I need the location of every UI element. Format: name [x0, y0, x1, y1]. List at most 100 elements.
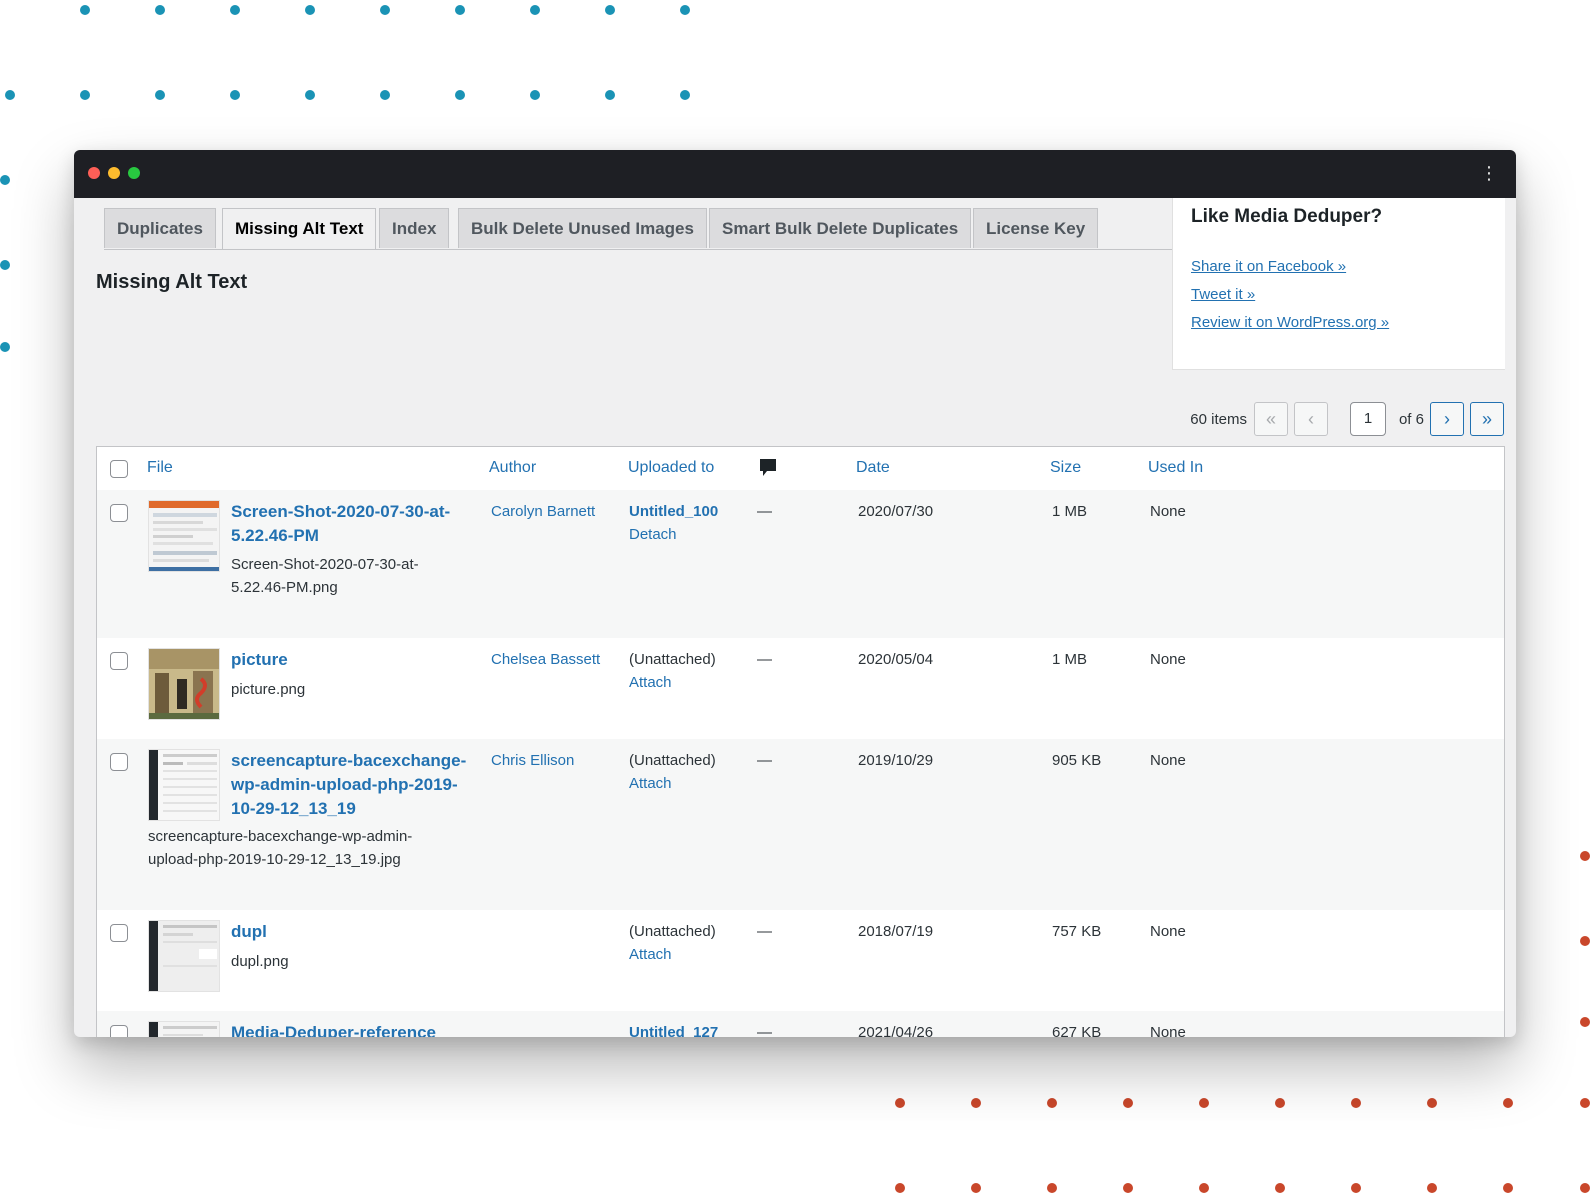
- tab-duplicates[interactable]: Duplicates: [104, 208, 216, 248]
- first-page-button[interactable]: «: [1254, 402, 1288, 436]
- decorative-dot: [230, 90, 240, 100]
- column-file[interactable]: File: [147, 459, 173, 477]
- tab-license-key[interactable]: License Key: [973, 208, 1099, 248]
- decorative-dot: [380, 90, 390, 100]
- tab-missing-alt-text[interactable]: Missing Alt Text: [222, 208, 377, 250]
- column-used-in[interactable]: Used In: [1148, 459, 1203, 477]
- tab-smart-bulk-delete-duplicates[interactable]: Smart Bulk Delete Duplicates: [709, 208, 972, 248]
- decorative-dot: [1580, 936, 1590, 946]
- share-facebook-link[interactable]: Share it on Facebook »: [1191, 258, 1346, 275]
- column-size[interactable]: Size: [1050, 459, 1081, 477]
- page-title: Missing Alt Text: [96, 271, 248, 293]
- file-name: picture.png: [231, 681, 306, 698]
- minimize-window-button[interactable]: [108, 167, 120, 179]
- pagination: 60 items « ‹ 1 of 6 › »: [1104, 402, 1504, 438]
- last-page-button[interactable]: »: [1470, 402, 1504, 436]
- table-row: screencapture-bacexchange-wp-admin-uploa…: [97, 739, 1504, 910]
- promo-title: Like Media Deduper?: [1191, 206, 1383, 227]
- row-checkbox[interactable]: [110, 753, 128, 771]
- author-link[interactable]: Chelsea Bassett: [491, 648, 600, 671]
- decorative-dot: [605, 90, 615, 100]
- decorative-dot: [1199, 1098, 1209, 1108]
- image-thumbnail[interactable]: [148, 500, 220, 572]
- used-in: None: [1150, 1024, 1186, 1037]
- image-thumbnail[interactable]: [148, 648, 220, 720]
- current-page-input[interactable]: 1: [1350, 402, 1386, 436]
- tab-bulk-delete-unused-images[interactable]: Bulk Delete Unused Images: [458, 208, 707, 248]
- uploaded-to-link[interactable]: Untitled_100: [629, 500, 718, 523]
- upload-date: 2020/07/30: [858, 503, 934, 520]
- window-titlebar: ⋮: [74, 150, 1516, 198]
- decorative-dot: [1123, 1183, 1133, 1193]
- media-table: File Author Uploaded to Date Size Used I…: [96, 446, 1505, 1037]
- file-size: 757 KB: [1052, 923, 1102, 940]
- file-name: screencapture-bacexchange-wp-admin-uploa…: [148, 828, 413, 868]
- row-checkbox[interactable]: [110, 924, 128, 942]
- promo-box: Like Media Deduper? Share it on Facebook…: [1172, 198, 1505, 370]
- tab-index[interactable]: Index: [379, 208, 450, 248]
- comment-bubble-icon[interactable]: [759, 458, 777, 483]
- image-thumbnail[interactable]: [148, 920, 220, 992]
- decorative-dot: [230, 5, 240, 15]
- decorative-dot: [1275, 1183, 1285, 1193]
- previous-page-button[interactable]: ‹: [1294, 402, 1328, 436]
- attach-link[interactable]: Attach: [629, 772, 672, 795]
- more-options-icon[interactable]: ⋮: [1480, 164, 1498, 184]
- tweet-link[interactable]: Tweet it »: [1191, 286, 1255, 303]
- next-page-button[interactable]: ›: [1430, 402, 1464, 436]
- app-window: ⋮ Duplicates Missing Alt Text Index Bulk…: [74, 150, 1516, 1037]
- row-checkbox[interactable]: [110, 1025, 128, 1037]
- attach-link[interactable]: Attach: [629, 671, 672, 694]
- uploaded-to-status: (Unattached): [629, 752, 716, 769]
- used-in: None: [1150, 503, 1186, 520]
- file-title-link[interactable]: screencapture-bacexchange-wp-admin-uploa…: [231, 749, 476, 821]
- decorative-dot: [0, 260, 10, 270]
- column-author[interactable]: Author: [489, 459, 536, 477]
- used-in: None: [1150, 651, 1186, 668]
- decorative-dot: [455, 90, 465, 100]
- decorative-dot: [1580, 851, 1590, 861]
- author-link[interactable]: Carolyn Barnett: [491, 500, 595, 523]
- upload-date: 2020/05/04: [858, 651, 934, 668]
- detach-link[interactable]: Detach: [629, 523, 677, 546]
- decorative-dot: [971, 1183, 981, 1193]
- column-date[interactable]: Date: [856, 459, 890, 477]
- decorative-dot: [680, 90, 690, 100]
- upload-date: 2021/04/26: [858, 1024, 934, 1037]
- image-thumbnail[interactable]: [148, 1021, 220, 1037]
- decorative-dot: [1351, 1098, 1361, 1108]
- file-title-link[interactable]: picture: [231, 648, 476, 672]
- decorative-dot: [155, 5, 165, 15]
- table-row: picture picture.png Chelsea Bassett (Una…: [97, 638, 1504, 739]
- table-header: File Author Uploaded to Date Size Used I…: [97, 447, 1504, 491]
- decorative-dot: [1503, 1183, 1513, 1193]
- maximize-window-button[interactable]: [128, 167, 140, 179]
- decorative-dot: [80, 90, 90, 100]
- column-uploaded-to[interactable]: Uploaded to: [628, 459, 714, 477]
- review-wordpress-link[interactable]: Review it on WordPress.org »: [1191, 314, 1389, 331]
- file-size: 1 MB: [1052, 651, 1088, 668]
- decorative-dot: [1503, 1098, 1513, 1108]
- uploaded-to-link[interactable]: Untitled_127: [629, 1021, 718, 1037]
- select-all-checkbox[interactable]: [110, 460, 128, 478]
- image-thumbnail[interactable]: [148, 749, 220, 821]
- table-row: Screen-Shot-2020-07-30-at-5.22.46-PM Scr…: [97, 490, 1504, 638]
- decorative-dot: [1580, 1183, 1590, 1193]
- decorative-dot: [455, 5, 465, 15]
- attach-link[interactable]: Attach: [629, 943, 672, 966]
- row-checkbox[interactable]: [110, 652, 128, 670]
- table-row: Media-Deduper-reference Untitled_127 — 2…: [97, 1011, 1504, 1037]
- author-link[interactable]: Chris Ellison: [491, 749, 574, 772]
- table-row: dupl dupl.png (Unattached) Attach — 2018…: [97, 910, 1504, 1011]
- file-size: 1 MB: [1052, 503, 1088, 520]
- file-title-link[interactable]: Media-Deduper-reference: [231, 1021, 476, 1037]
- decorative-dot: [605, 5, 615, 15]
- close-window-button[interactable]: [88, 167, 100, 179]
- decorative-dot: [1427, 1098, 1437, 1108]
- row-checkbox[interactable]: [110, 504, 128, 522]
- decorative-dot: [305, 5, 315, 15]
- file-name: dupl.png: [231, 953, 289, 970]
- decorative-dot: [5, 90, 15, 100]
- file-title-link[interactable]: Screen-Shot-2020-07-30-at-5.22.46-PM: [231, 500, 476, 548]
- file-title-link[interactable]: dupl: [231, 920, 476, 944]
